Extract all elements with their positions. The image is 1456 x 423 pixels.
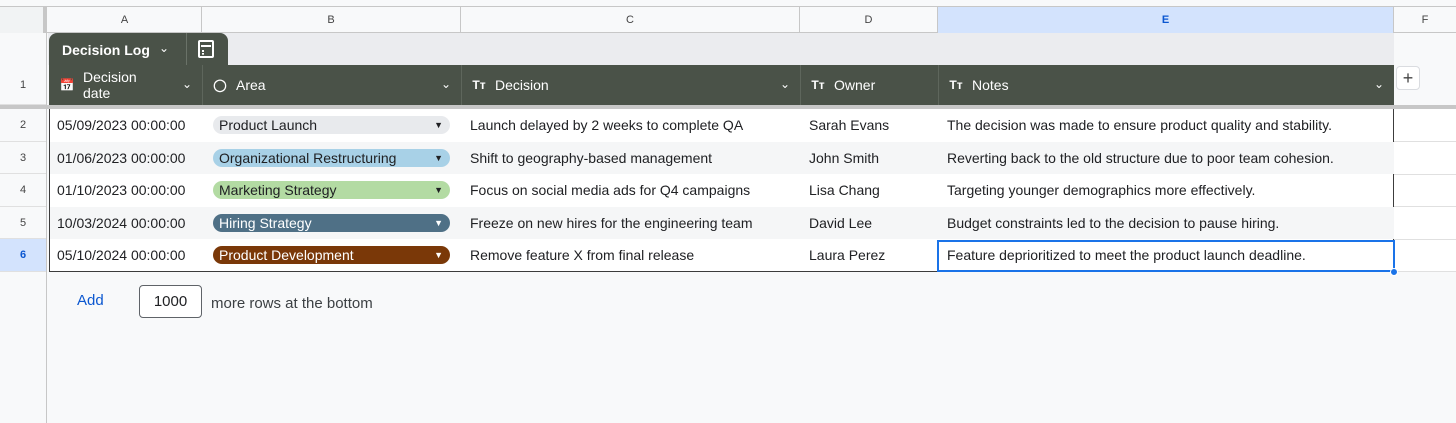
area-chip-label: Hiring Strategy bbox=[219, 214, 312, 231]
column-header-f[interactable]: F bbox=[1394, 7, 1456, 33]
area-chip[interactable]: Marketing Strategy ▼ bbox=[213, 181, 450, 199]
caret-down-icon: ▼ bbox=[434, 185, 443, 195]
text-type-icon: Tт bbox=[472, 78, 486, 92]
header-decision-date[interactable]: 📅 Decision date ⌄ bbox=[49, 65, 202, 105]
column-header-d[interactable]: D bbox=[800, 7, 938, 33]
row-divider bbox=[1394, 239, 1456, 240]
header-decision[interactable]: Tт Decision ⌄ bbox=[461, 65, 800, 105]
fill-handle[interactable] bbox=[1390, 268, 1398, 276]
row-header-3[interactable]: 3 bbox=[0, 142, 46, 174]
header-label: Decision date bbox=[83, 69, 137, 101]
add-rows-suffix: more rows at the bottom bbox=[211, 295, 373, 312]
calculator-icon[interactable] bbox=[198, 40, 214, 58]
row-divider bbox=[1394, 271, 1456, 272]
column-header-bar: A B C D E F bbox=[0, 6, 1456, 33]
table-row: 01/10/2023 00:00:00 Marketing Strategy ▼ … bbox=[50, 174, 1395, 207]
cell-notes[interactable]: Budget constraints led to the decision t… bbox=[947, 207, 1392, 239]
cell-owner[interactable]: John Smith bbox=[809, 142, 939, 174]
cell-decision[interactable]: Freeze on new hires for the engineering … bbox=[470, 207, 800, 239]
calendar-icon: 📅 bbox=[59, 78, 75, 92]
column-header-e[interactable]: E bbox=[938, 7, 1394, 33]
row-header-6[interactable]: 6 bbox=[0, 239, 46, 272]
table-header-row: 📅 Decision date ⌄ ◯ Area ⌄ Tт Decision ⌄… bbox=[49, 65, 1394, 105]
cell-owner[interactable]: Laura Perez bbox=[809, 239, 939, 271]
select-all-corner[interactable] bbox=[0, 7, 47, 33]
row-header-1[interactable]: 1 bbox=[0, 65, 46, 105]
cell-decision-date[interactable]: 10/03/2024 00:00:00 bbox=[57, 207, 207, 239]
chevron-down-icon[interactable]: ⌄ bbox=[441, 77, 451, 91]
cell-decision-date[interactable]: 05/09/2023 00:00:00 bbox=[57, 109, 207, 141]
text-type-icon: Tт bbox=[811, 78, 825, 92]
cell-decision[interactable]: Shift to geography-based management bbox=[470, 142, 800, 174]
chevron-down-icon[interactable]: ⌄ bbox=[780, 77, 790, 91]
table-row: 10/03/2024 00:00:00 Hiring Strategy ▼ Fre… bbox=[50, 206, 1395, 239]
area-chip[interactable]: Product Launch ▼ bbox=[213, 116, 450, 134]
area-chip-label: Product Development bbox=[219, 247, 354, 263]
add-column-button[interactable]: + bbox=[1396, 66, 1420, 90]
chevron-down-icon[interactable]: ⌄ bbox=[1374, 77, 1384, 91]
area-chip[interactable]: Product Development ▼ bbox=[213, 246, 450, 264]
cell-notes[interactable]: Targeting younger demographics more effe… bbox=[947, 174, 1392, 206]
row-header-4[interactable]: 4 bbox=[0, 174, 46, 207]
caret-down-icon: ▼ bbox=[434, 250, 443, 260]
cell-owner[interactable]: Lisa Chang bbox=[809, 174, 939, 206]
add-rows-button[interactable]: Add bbox=[77, 292, 104, 309]
column-header-b[interactable]: B bbox=[202, 7, 461, 33]
chevron-down-icon[interactable]: ⌄ bbox=[182, 77, 192, 91]
table-tab-bar bbox=[48, 33, 1394, 65]
header-notes[interactable]: Tт Notes ⌄ bbox=[938, 65, 1394, 105]
row-divider bbox=[1394, 174, 1456, 175]
header-label: Owner bbox=[834, 77, 876, 93]
row-header-5[interactable]: 5 bbox=[0, 207, 46, 239]
cell-owner[interactable]: Sarah Evans bbox=[809, 109, 939, 141]
cell-decision-date[interactable]: 01/06/2023 00:00:00 bbox=[57, 142, 207, 174]
cell-decision-date[interactable]: 01/10/2023 00:00:00 bbox=[57, 174, 207, 206]
caret-down-icon: ▼ bbox=[434, 152, 443, 163]
row-divider bbox=[1394, 141, 1456, 142]
row-header-bar: 1 2 3 4 5 6 bbox=[0, 33, 47, 423]
cell-decision[interactable]: Remove feature X from final release bbox=[470, 239, 800, 271]
header-owner[interactable]: Tт Owner bbox=[800, 65, 938, 105]
cell-decision-date[interactable]: 05/10/2024 00:00:00 bbox=[57, 239, 207, 271]
area-chip[interactable]: Hiring Strategy ▼ bbox=[213, 213, 450, 232]
caret-down-icon: ▼ bbox=[434, 120, 443, 130]
header-label: Area bbox=[236, 77, 266, 93]
cell-decision[interactable]: Launch delayed by 2 weeks to complete QA bbox=[470, 109, 800, 141]
dropdown-chip-icon: ◯ bbox=[213, 78, 227, 92]
table-name[interactable]: Decision Log bbox=[62, 42, 150, 58]
cell-notes[interactable]: The decision was made to ensure product … bbox=[947, 109, 1392, 141]
table-tab[interactable]: Decision Log ⌄ bbox=[49, 33, 228, 65]
row-divider bbox=[1394, 206, 1456, 207]
table-row: 05/09/2023 00:00:00 Product Launch ▼ Laun… bbox=[50, 109, 1395, 142]
area-chip-label: Marketing Strategy bbox=[219, 182, 337, 198]
cell-notes[interactable]: Reverting back to the old structure due … bbox=[947, 142, 1392, 174]
column-header-c[interactable]: C bbox=[461, 7, 800, 33]
area-chip-label: Product Launch bbox=[219, 117, 318, 133]
caret-down-icon: ▼ bbox=[434, 217, 443, 228]
row-count-input[interactable] bbox=[139, 285, 202, 318]
cell-decision[interactable]: Focus on social media ads for Q4 campaig… bbox=[470, 174, 800, 206]
column-header-a[interactable]: A bbox=[48, 7, 202, 33]
chevron-down-icon[interactable]: ⌄ bbox=[159, 41, 169, 55]
column-f-cells[interactable] bbox=[1394, 109, 1456, 272]
tab-divider bbox=[186, 33, 187, 65]
header-label: Decision bbox=[495, 77, 549, 93]
table-row: 01/06/2023 00:00:00 Organizational Restr… bbox=[50, 141, 1395, 174]
text-type-icon: Tт bbox=[949, 78, 963, 92]
header-label: Notes bbox=[972, 77, 1009, 93]
active-cell-outline bbox=[937, 240, 1395, 272]
area-chip[interactable]: Organizational Restructuring ▼ bbox=[213, 148, 450, 167]
row-header-2[interactable]: 2 bbox=[0, 109, 46, 142]
header-area[interactable]: ◯ Area ⌄ bbox=[202, 65, 461, 105]
cell-owner[interactable]: David Lee bbox=[809, 207, 939, 239]
area-chip-label: Organizational Restructuring bbox=[219, 149, 397, 166]
